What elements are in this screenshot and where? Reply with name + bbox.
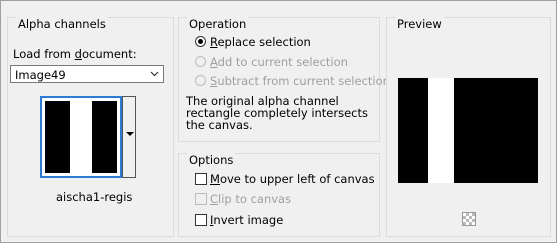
clip-to-canvas-label[interactable]: Clip to canvas bbox=[210, 192, 291, 206]
chevron-down-icon bbox=[150, 71, 159, 77]
alpha-channel-thumbnail[interactable] bbox=[40, 96, 122, 178]
document-dropdown[interactable]: Image49 bbox=[10, 65, 164, 83]
thumbnail-dropdown-button[interactable] bbox=[122, 96, 136, 178]
invert-image-label[interactable]: Invert image bbox=[210, 213, 283, 227]
preview-title: Preview bbox=[395, 17, 444, 31]
transparency-checker-icon[interactable] bbox=[462, 212, 476, 226]
subtract-from-selection-label[interactable]: Subtract from current selection bbox=[210, 74, 390, 88]
alpha-channels-title: Alpha channels bbox=[16, 17, 108, 31]
replace-selection-radio[interactable] bbox=[195, 36, 206, 47]
load-from-document-label: Load from document: bbox=[13, 47, 137, 61]
document-dropdown-value: Image49 bbox=[15, 68, 66, 82]
replace-selection-label[interactable]: Replace selection bbox=[210, 35, 311, 49]
add-to-selection-label[interactable]: Add to current selection bbox=[210, 55, 348, 69]
triangle-down-icon bbox=[126, 132, 134, 136]
subtract-from-selection-radio[interactable] bbox=[195, 75, 206, 86]
operation-description: The original alpha channel rectangle com… bbox=[186, 94, 369, 132]
move-to-upper-left-label[interactable]: Move to upper left of canvas bbox=[210, 172, 375, 186]
move-to-upper-left-checkbox[interactable] bbox=[195, 173, 207, 185]
preview-image bbox=[398, 78, 538, 183]
operation-title: Operation bbox=[187, 17, 249, 31]
clip-to-canvas-checkbox[interactable] bbox=[195, 193, 207, 205]
options-title: Options bbox=[187, 153, 236, 167]
alpha-channel-name: aischa1-regis bbox=[56, 190, 133, 204]
add-to-selection-radio[interactable] bbox=[195, 56, 206, 67]
invert-image-checkbox[interactable] bbox=[195, 214, 207, 226]
